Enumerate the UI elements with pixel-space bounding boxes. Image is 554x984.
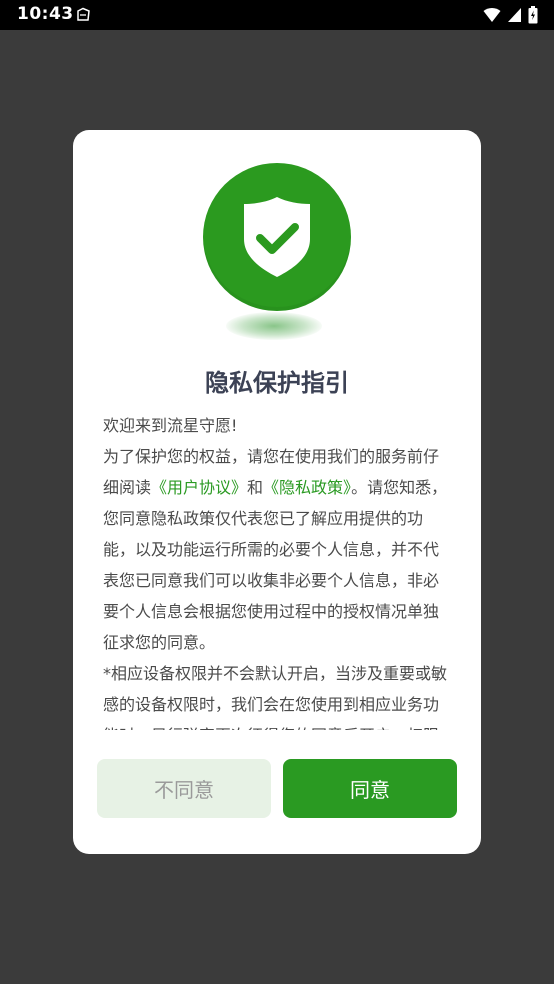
- status-icons: [483, 6, 538, 28]
- dialog-body: 欢迎来到流星守愿! 为了保护您的权益，请您在使用我们的服务前仔细阅读《用户协议》…: [103, 410, 453, 730]
- status-time: 10:43: [17, 4, 74, 24]
- signal-icon: [507, 7, 522, 27]
- agree-button[interactable]: 同意: [283, 759, 457, 818]
- wifi-icon: [483, 7, 501, 27]
- status-bar: 10:43: [0, 0, 554, 30]
- privacy-policy-link[interactable]: 《隐私政策》: [263, 478, 351, 497]
- disagree-button[interactable]: 不同意: [97, 759, 271, 818]
- paragraph-1-after: 。请您知悉，您同意隐私政策仅代表您已了解应用提供的功能，以及功能运行所需的必要个…: [103, 478, 448, 652]
- privacy-dialog: 隐私保护指引 欢迎来到流星守愿! 为了保护您的权益，请您在使用我们的服务前仔细阅…: [73, 130, 481, 854]
- intro-text: 欢迎来到流星守愿!: [103, 416, 238, 435]
- dialog-title: 隐私保护指引: [205, 369, 349, 397]
- badge-shadow: [226, 312, 322, 340]
- paragraph-1: 为了保护您的权益，请您在使用我们的服务前仔细阅读《用户协议》和《隐私政策》。请您…: [103, 441, 453, 658]
- paragraph-2: *相应设备权限并不会默认开启，当涉及重要或敏感的设备权限时，我们会在您使用到相应…: [103, 664, 448, 730]
- badge: [73, 162, 481, 342]
- user-agreement-link[interactable]: 《用户协议》: [151, 478, 247, 497]
- app-notification-icon: [75, 7, 91, 23]
- battery-icon: [528, 6, 538, 28]
- shield-check-icon: [203, 163, 351, 311]
- and-text: 和: [247, 478, 264, 497]
